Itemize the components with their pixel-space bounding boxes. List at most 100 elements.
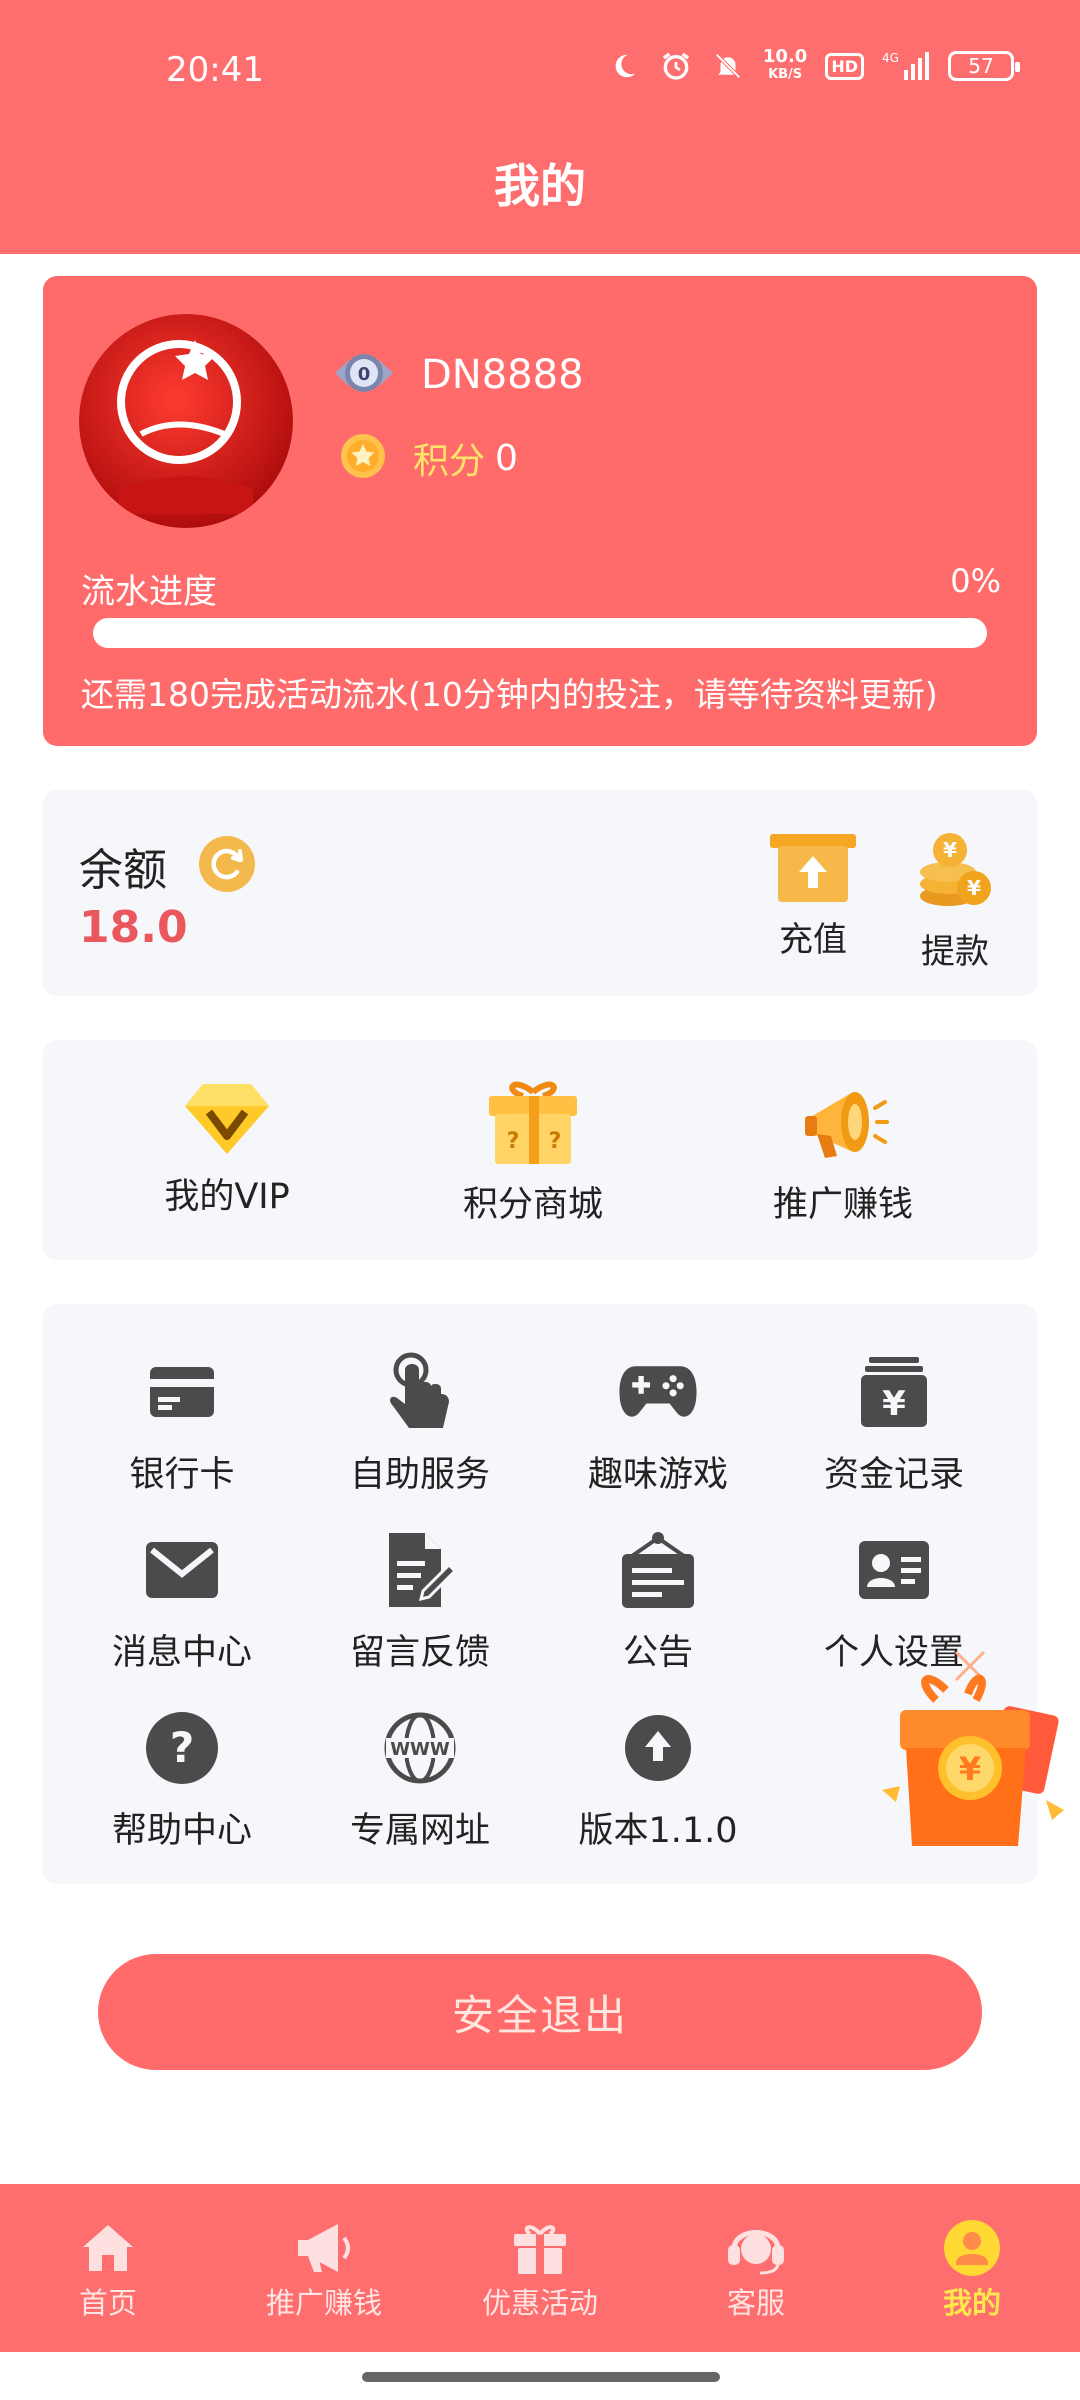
page-title: 我的	[494, 159, 586, 213]
menu-fund-records[interactable]: ¥ 资金记录	[799, 1352, 989, 1497]
svg-text:WWW: WWW	[390, 1739, 450, 1760]
menu-version[interactable]: 版本1.1.0	[563, 1708, 753, 1853]
logout-button[interactable]: 安全退出	[98, 1954, 982, 2070]
profile-card: 0 DN8888 积分 0 流水进度 0% 还需180完成活动流水(10分钟内的…	[43, 276, 1037, 746]
header-bar: 20:41 10.0 KB/S HD 4G 57 我的	[0, 0, 1080, 254]
menu-label: 版本1.1.0	[578, 1811, 738, 1851]
menu-announcements[interactable]: 公告	[563, 1530, 753, 1675]
edit-document-icon	[380, 1530, 460, 1610]
balance-label: 余额	[79, 845, 167, 896]
nav-label: 客服	[726, 2286, 785, 2320]
coin-stack-icon: ¥ ¥	[912, 833, 998, 920]
svg-text:?: ?	[549, 1129, 562, 1154]
feature-label: 我的VIP	[164, 1177, 290, 1217]
svg-text:¥: ¥	[882, 1384, 906, 1424]
recharge-button[interactable]: 充值	[753, 830, 873, 961]
status-time: 20:41	[166, 50, 264, 90]
gift-box-icon: ? ?	[483, 1081, 583, 1170]
menu-self-service[interactable]: 自助服务	[325, 1352, 515, 1497]
gift-icon	[510, 2218, 570, 2278]
feature-promotion[interactable]: 推广赚钱	[743, 1078, 943, 1227]
menu-fun-games[interactable]: 趣味游戏	[563, 1352, 753, 1497]
alarm-icon	[659, 49, 693, 83]
nav-customer-service[interactable]: 客服	[648, 2184, 864, 2352]
svg-text:?: ?	[170, 1723, 194, 1772]
www-icon: WWW	[380, 1708, 460, 1788]
vip-badge-icon: 0	[331, 350, 397, 400]
feature-points-mall[interactable]: ? ? 积分商城	[433, 1078, 633, 1227]
feature-my-vip[interactable]: 我的VIP	[127, 1078, 327, 1219]
nav-label: 优惠活动	[481, 2286, 598, 2320]
diamond-icon	[181, 1084, 273, 1162]
points-value: 0	[495, 437, 518, 479]
bottom-nav: 首页 推广赚钱 优惠活动 客服 我的	[0, 2184, 1080, 2352]
hd-badge: HD	[825, 52, 864, 80]
id-card-icon	[854, 1530, 934, 1610]
menu-label: 公告	[622, 1633, 693, 1673]
bank-card-icon	[142, 1352, 222, 1432]
menu-label: 银行卡	[129, 1455, 235, 1495]
menu-label: 消息中心	[111, 1633, 252, 1673]
notice-board-icon	[618, 1530, 698, 1610]
nav-label: 首页	[78, 2286, 137, 2320]
help-icon: ?	[142, 1708, 222, 1788]
withdraw-label: 提款	[921, 932, 989, 972]
menu-messages[interactable]: 消息中心	[87, 1530, 277, 1675]
battery-indicator: 57	[948, 51, 1020, 81]
nav-label: 推广赚钱	[265, 2286, 382, 2320]
floating-red-packet-gift[interactable]: ¥	[876, 1640, 1072, 1880]
svg-text:¥: ¥	[943, 838, 957, 862]
upload-arrow-icon	[618, 1708, 698, 1788]
mute-bell-icon	[711, 49, 745, 83]
balance-card: 余额 18.0 充值 ¥ ¥ 提款	[43, 790, 1037, 996]
refresh-icon[interactable]	[199, 836, 255, 892]
headset-icon	[726, 2218, 786, 2278]
svg-text:¥: ¥	[967, 876, 981, 900]
menu-label: 专属网址	[349, 1811, 490, 1851]
hand-pointer-icon	[380, 1352, 460, 1432]
flow-note: 还需180完成活动流水(10分钟内的投注，请等待资料更新)	[81, 675, 938, 714]
menu-exclusive-url[interactable]: WWW 专属网址	[325, 1708, 515, 1853]
balance-value: 18.0	[79, 902, 188, 953]
flow-label: 流水进度	[81, 572, 217, 612]
username: DN8888	[421, 352, 584, 398]
menu-label: 资金记录	[823, 1455, 964, 1495]
menu-label: 留言反馈	[349, 1633, 490, 1673]
home-indicator[interactable]	[362, 2372, 720, 2382]
points-label: 积分	[413, 441, 486, 482]
menu-label: 自助服务	[349, 1455, 490, 1495]
nav-label: 我的	[942, 2286, 1001, 2320]
menu-label: 趣味游戏	[587, 1455, 728, 1495]
signal-icon: 4G	[882, 49, 930, 83]
star-coin-icon	[339, 432, 387, 484]
menu-bank-card[interactable]: 银行卡	[87, 1352, 277, 1497]
points-row: 积分 0	[339, 432, 518, 484]
svg-text:¥: ¥	[959, 1750, 981, 1788]
recharge-label: 充值	[779, 920, 847, 960]
avatar[interactable]	[79, 314, 293, 528]
mail-icon	[142, 1530, 222, 1610]
user-row: 0 DN8888	[331, 350, 584, 400]
svg-text:0: 0	[358, 364, 371, 385]
nav-promotion[interactable]: 推广赚钱	[216, 2184, 432, 2352]
gamepad-icon	[618, 1352, 698, 1432]
menu-label: 帮助中心	[111, 1811, 252, 1851]
menu-help-center[interactable]: ? 帮助中心	[87, 1708, 277, 1853]
feature-card: 我的VIP ? ? 积分商城 推广赚钱	[43, 1040, 1037, 1260]
moon-icon	[607, 49, 641, 83]
status-icons: 10.0 KB/S HD 4G 57	[607, 46, 1020, 86]
feature-label: 积分商城	[462, 1185, 603, 1225]
svg-text:4G: 4G	[882, 51, 899, 65]
net-speed: 10.0 KB/S	[762, 46, 808, 83]
nav-home[interactable]: 首页	[0, 2184, 216, 2352]
recharge-icon	[766, 834, 860, 908]
home-icon	[78, 2218, 138, 2278]
megaphone-icon	[294, 2218, 354, 2278]
flow-percent: 0%	[950, 562, 1001, 600]
menu-feedback[interactable]: 留言反馈	[325, 1530, 515, 1675]
feature-label: 推广赚钱	[772, 1185, 913, 1225]
nav-promotions-activity[interactable]: 优惠活动	[432, 2184, 648, 2352]
flow-progress-bar	[93, 618, 987, 648]
nav-mine[interactable]: 我的	[864, 2184, 1080, 2352]
withdraw-button[interactable]: ¥ ¥ 提款	[895, 830, 1015, 973]
